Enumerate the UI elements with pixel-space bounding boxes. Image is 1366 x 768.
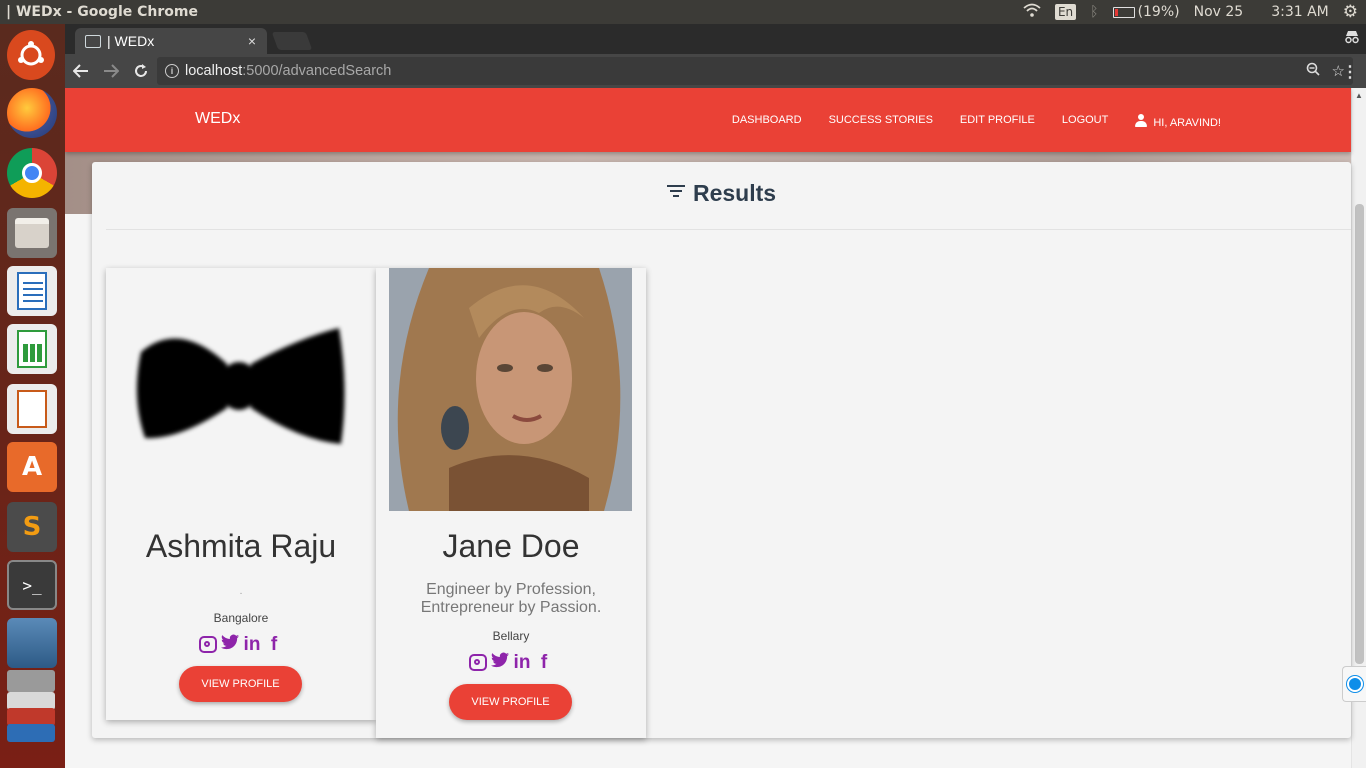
address-bar[interactable]: i localhost:5000/advancedSearch ☆ bbox=[157, 57, 1353, 85]
keyboard-layout-indicator[interactable]: En bbox=[1054, 4, 1077, 20]
nav-user-greeting[interactable]: HI, ARAVIND! bbox=[1135, 114, 1221, 129]
mysql-workbench-icon[interactable] bbox=[7, 618, 57, 668]
profile-name: Jane Doe bbox=[442, 528, 580, 564]
battery-icon bbox=[1112, 6, 1135, 18]
menu-kebab-icon[interactable]: ⋮ bbox=[1342, 62, 1358, 82]
nav-links: DASHBOARD SUCCESS STORIES EDIT PROFILE L… bbox=[732, 114, 1221, 129]
profile-name: Ashmita Raju bbox=[145, 528, 337, 564]
linkedin-icon[interactable]: in bbox=[243, 634, 261, 656]
clock-label[interactable]: 3:31 AM bbox=[1271, 4, 1329, 20]
back-arrow-icon[interactable] bbox=[67, 57, 95, 85]
twitter-icon[interactable] bbox=[491, 652, 509, 674]
system-top-panel: | WEDx - Google Chrome En ᛒ (19%) Nov 25… bbox=[0, 0, 1366, 24]
profile-city: Bangalore bbox=[213, 611, 269, 625]
scrollbar-thumb[interactable] bbox=[1355, 204, 1364, 664]
impress-icon[interactable] bbox=[7, 384, 57, 434]
profile-card: Jane Doe Engineer by Profession, Entrepr… bbox=[376, 268, 646, 738]
close-tab-icon[interactable]: × bbox=[243, 33, 261, 49]
terminal-favicon-icon bbox=[85, 34, 101, 48]
window-title: | WEDx - Google Chrome bbox=[6, 4, 198, 20]
reload-icon[interactable] bbox=[127, 57, 155, 85]
results-title: Results bbox=[692, 180, 777, 206]
greeting-label: HI, ARAVIND! bbox=[1153, 117, 1221, 129]
view-profile-button[interactable]: VIEW PROFILE bbox=[449, 684, 572, 720]
browser-tab[interactable]: | WEDx × bbox=[75, 28, 267, 54]
teamviewer-tab-icon[interactable] bbox=[1342, 666, 1366, 702]
nav-edit-profile[interactable]: EDIT PROFILE bbox=[960, 114, 1035, 129]
profile-city: Bellary bbox=[492, 629, 530, 643]
nav-dashboard[interactable]: DASHBOARD bbox=[732, 114, 802, 129]
page-viewport: WEDx DASHBOARD SUCCESS STORIES EDIT PROF… bbox=[65, 88, 1366, 768]
gear-icon[interactable]: ⚙ bbox=[1343, 2, 1358, 22]
battery-percent: (19%) bbox=[1137, 4, 1180, 20]
instagram-icon[interactable] bbox=[469, 654, 487, 671]
profile-bio: Engineer by Profession, Entrepreneur by … bbox=[420, 581, 602, 616]
browser-window: | WEDx × i localhost:5000/advancedSearch… bbox=[65, 24, 1366, 768]
profile-bio: . bbox=[239, 586, 243, 597]
firefox-icon[interactable] bbox=[7, 88, 57, 138]
twitter-icon[interactable] bbox=[221, 634, 239, 656]
social-links: in f bbox=[106, 634, 376, 656]
writer-icon[interactable] bbox=[7, 266, 57, 316]
results-heading: Results bbox=[92, 180, 1351, 207]
filter-icon bbox=[666, 185, 685, 198]
system-indicators: En ᛒ (19%) Nov 25 3:31 AM ⚙ bbox=[1023, 0, 1366, 24]
url-host: localhost bbox=[185, 63, 243, 79]
sublime-text-icon[interactable]: S bbox=[7, 502, 57, 552]
profile-card: Ashmita Raju . Bangalore in f VIEW PROFI… bbox=[106, 268, 376, 720]
browser-toolbar: i localhost:5000/advancedSearch ☆ ⋮ bbox=[65, 54, 1366, 88]
scroll-up-arrow-icon[interactable]: ▲ bbox=[1355, 91, 1363, 100]
social-links: in f bbox=[376, 652, 646, 674]
bluetooth-icon[interactable]: ᛒ bbox=[1090, 4, 1098, 20]
nav-logout[interactable]: LOGOUT bbox=[1062, 114, 1108, 129]
software-center-icon[interactable]: A bbox=[7, 442, 57, 492]
incognito-icon bbox=[1344, 30, 1360, 47]
stacked-apps-icon[interactable] bbox=[7, 664, 57, 764]
files-icon[interactable] bbox=[7, 208, 57, 258]
wifi-icon[interactable] bbox=[1023, 3, 1041, 21]
nav-success-stories[interactable]: SUCCESS STORIES bbox=[829, 114, 933, 129]
tab-title: | WEDx bbox=[107, 33, 155, 49]
facebook-icon[interactable]: f bbox=[265, 634, 283, 656]
launcher: A S >_ bbox=[0, 24, 65, 768]
zoom-icon[interactable] bbox=[1306, 62, 1320, 80]
linkedin-icon[interactable]: in bbox=[513, 652, 531, 674]
woman-portrait-image bbox=[389, 268, 632, 511]
chrome-icon[interactable] bbox=[7, 148, 57, 198]
site-brand[interactable]: WEDx bbox=[195, 110, 240, 128]
battery-indicator[interactable]: (19%) bbox=[1112, 4, 1180, 20]
user-icon bbox=[1135, 114, 1148, 128]
calc-icon[interactable] bbox=[7, 324, 57, 374]
terminal-icon[interactable]: >_ bbox=[7, 560, 57, 610]
ubuntu-dash-icon[interactable] bbox=[7, 30, 55, 80]
tab-strip: | WEDx × bbox=[65, 24, 1366, 54]
divider bbox=[106, 229, 1351, 230]
site-info-icon[interactable]: i bbox=[165, 64, 179, 78]
view-profile-button[interactable]: VIEW PROFILE bbox=[179, 666, 302, 702]
new-tab-button[interactable] bbox=[271, 32, 313, 50]
bow-tie-icon bbox=[136, 328, 345, 444]
facebook-icon[interactable]: f bbox=[535, 652, 553, 674]
profile-photo bbox=[119, 268, 362, 511]
site-navbar: WEDx DASHBOARD SUCCESS STORIES EDIT PROF… bbox=[65, 88, 1351, 152]
instagram-icon[interactable] bbox=[199, 636, 217, 653]
profile-photo bbox=[389, 268, 632, 511]
url-path: :5000/advancedSearch bbox=[242, 63, 392, 79]
date-label[interactable]: Nov 25 bbox=[1194, 4, 1244, 20]
forward-arrow-icon[interactable] bbox=[97, 57, 125, 85]
